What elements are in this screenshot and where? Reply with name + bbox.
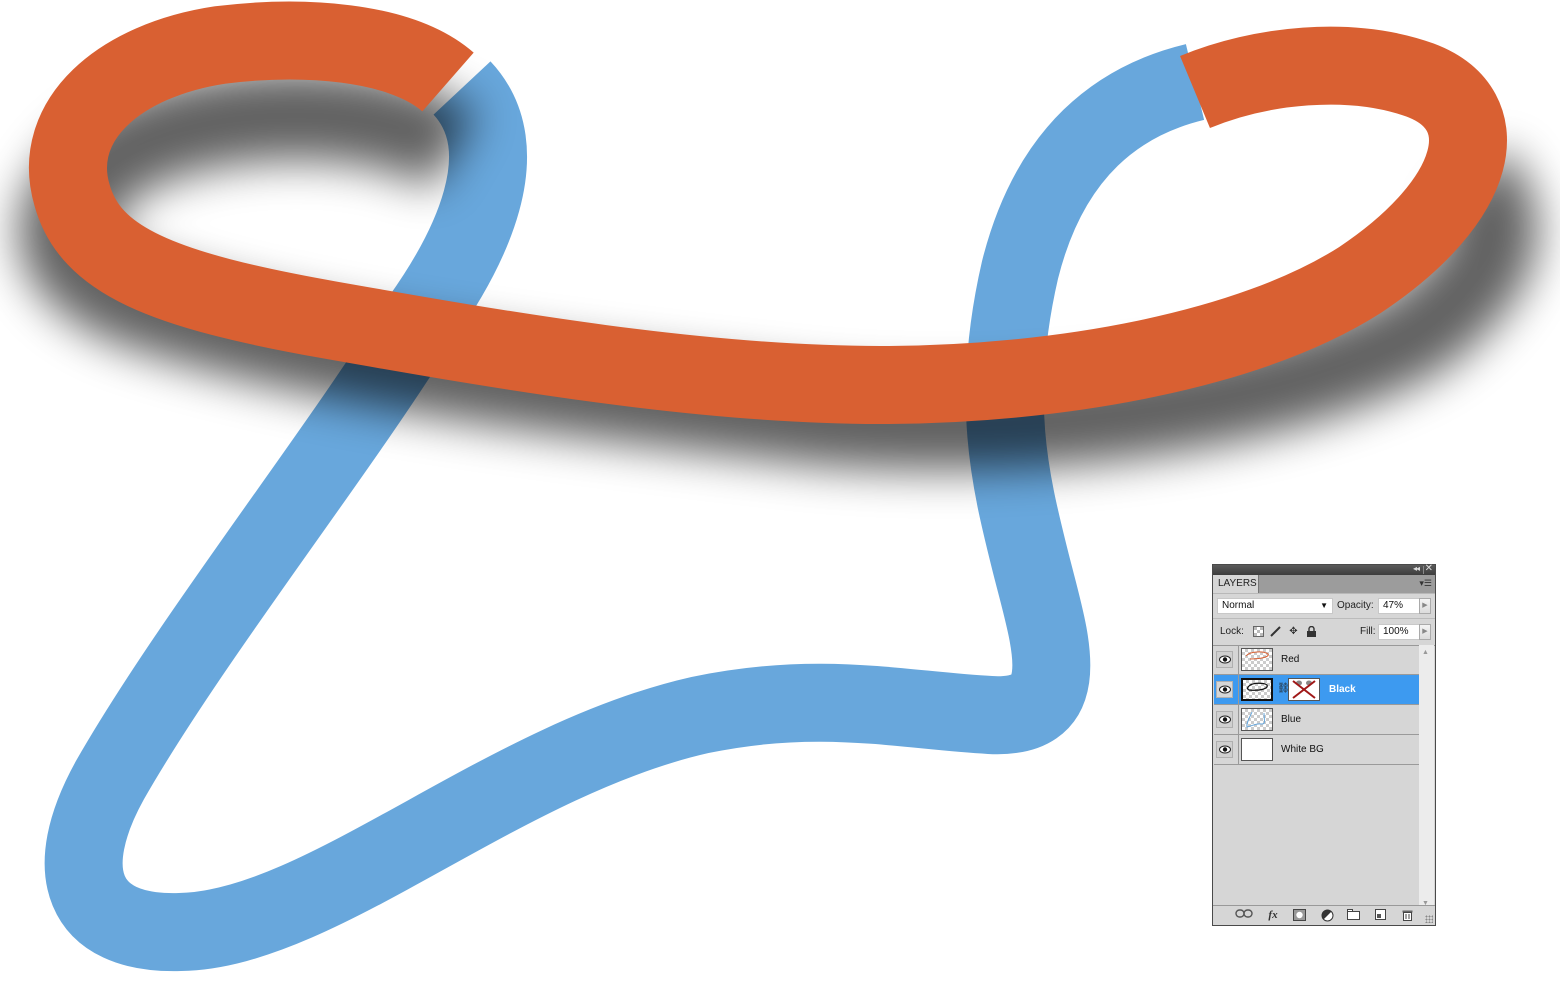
visibility-eye-icon[interactable] [1216,711,1233,728]
row-divider [1238,645,1239,674]
row-divider [1238,675,1239,704]
layer-row-red[interactable]: Red [1214,645,1419,675]
opacity-input[interactable]: 47% [1378,598,1420,614]
layer-thumbnail-white-bg [1241,738,1273,761]
panel-titlebar[interactable]: ◂◂ ✕ [1213,563,1435,575]
tab-layers[interactable]: LAYERS [1213,575,1259,593]
layer-row-blue[interactable]: Blue [1214,705,1419,735]
fx-icon[interactable]: fx [1264,909,1282,922]
new-layer-icon[interactable] [1373,909,1387,922]
trash-icon[interactable] [1400,909,1414,922]
layer-row-black[interactable]: ⛓ Black [1214,675,1419,705]
lock-position-move-icon[interactable]: ✥ [1288,626,1299,637]
blue-ribbon [44,44,1205,972]
panel-tabs: LAYERS ▾☰ [1213,575,1435,594]
blend-mode-select[interactable]: Normal ▼ [1217,598,1333,614]
blend-opacity-row: Normal ▼ Opacity: 47% ▶ [1213,594,1435,619]
layer-name: Blue [1281,714,1302,725]
lock-transparent-icon[interactable] [1253,626,1264,637]
resize-grip-icon[interactable] [1425,915,1433,923]
layers-scrollbar[interactable]: ▲ ▼ [1419,645,1434,907]
lock-image-brush-icon[interactable] [1270,626,1281,637]
collapse-panel-icon[interactable]: ◂◂ [1413,564,1420,573]
close-panel-icon[interactable]: ✕ [1425,563,1433,574]
chevron-down-icon: ▼ [1320,601,1328,610]
fill-label: Fill: [1360,626,1376,637]
add-mask-icon[interactable] [1292,909,1306,922]
layer-thumbnail-red [1241,648,1273,671]
row-divider [1238,735,1239,764]
layer-row-white-bg[interactable]: White BG [1214,735,1419,765]
new-group-folder-icon[interactable] [1346,909,1360,922]
layer-mask-thumbnail[interactable] [1288,678,1320,701]
blend-mode-value: Normal [1222,600,1255,611]
adjustment-layer-icon[interactable] [1319,909,1335,922]
layer-name: Red [1281,654,1300,665]
layer-name: White BG [1281,744,1324,755]
visibility-eye-icon[interactable] [1216,741,1233,758]
fill-slider-toggle[interactable]: ▶ [1419,624,1431,640]
layer-thumbnail-blue [1241,708,1273,731]
layers-panel: ◂◂ ✕ LAYERS ▾☰ Normal ▼ Opacity: 47% ▶ L… [1212,563,1436,926]
visibility-eye-icon[interactable] [1216,681,1233,698]
fill-input[interactable]: 100% [1378,624,1420,640]
layers-list: Red ⛓ Black Blue White BG [1214,645,1419,905]
visibility-eye-icon[interactable] [1216,651,1233,668]
scroll-up-arrow-icon[interactable]: ▲ [1422,649,1429,656]
lock-fill-row: Lock: ✥ Fill: 100% ▶ [1213,619,1435,646]
panel-bottom-toolbar: fx [1213,905,1435,925]
lock-label: Lock: [1220,626,1244,637]
link-layers-icon[interactable] [1235,909,1253,922]
opacity-label: Opacity: [1337,600,1374,611]
opacity-slider-toggle[interactable]: ▶ [1419,598,1431,614]
layer-thumbnail-black[interactable] [1241,678,1273,701]
panel-menu-icon[interactable]: ▾☰ [1419,578,1432,589]
layer-name: Black [1329,684,1356,695]
lock-all-padlock-icon[interactable] [1306,625,1317,637]
row-divider [1238,705,1239,734]
